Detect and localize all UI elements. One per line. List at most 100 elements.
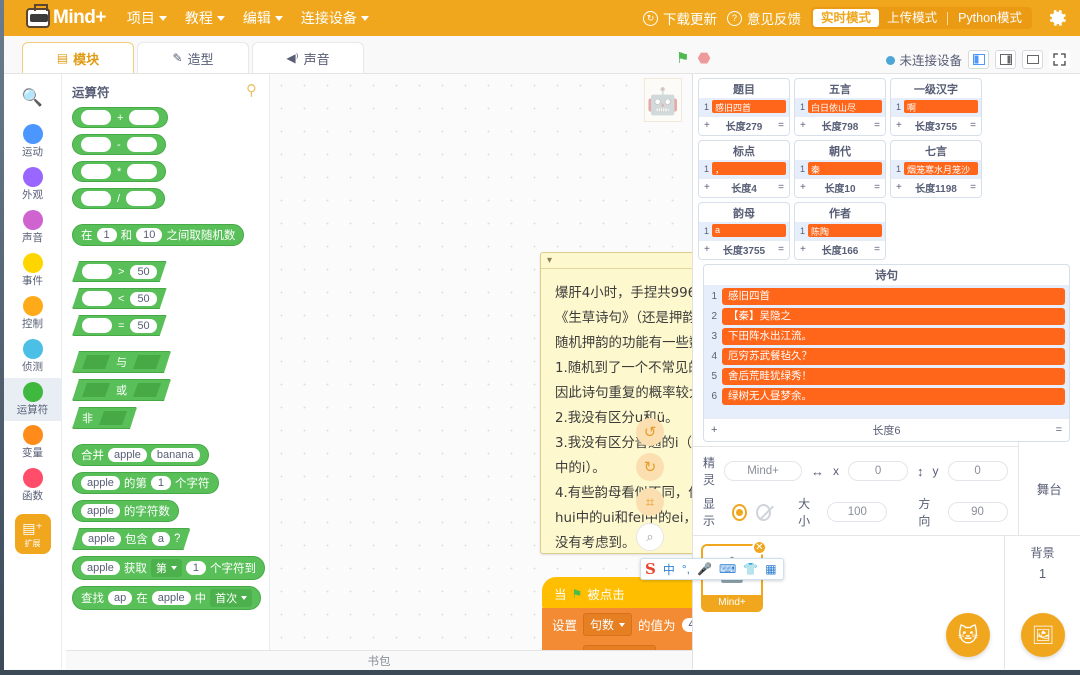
sprite-y-input[interactable]: 0	[947, 461, 1008, 481]
list-row-value[interactable]: 感旧四首	[712, 100, 786, 113]
block-boolean-slot[interactable]	[133, 355, 161, 369]
list-row-value[interactable]: 啊	[904, 100, 978, 113]
sidebar-item-variables[interactable]: 变量	[4, 421, 62, 464]
list-row-value[interactable]: 绿树无人昼梦余。	[722, 388, 1065, 405]
list-row[interactable]: 1 感旧四首	[708, 288, 1065, 305]
sprite-direction-input[interactable]: 90	[947, 502, 1008, 522]
block-input-slot[interactable]: apple	[81, 476, 120, 490]
list-add-button[interactable]: +	[896, 120, 902, 131]
list-row[interactable]: 1 a	[702, 224, 786, 237]
list-add-button[interactable]: +	[896, 182, 902, 193]
block-and[interactable]: 与	[72, 351, 171, 373]
list-add-button[interactable]: +	[704, 244, 710, 255]
block-input-slot[interactable]	[82, 291, 112, 306]
block-input-slot[interactable]: 1	[185, 561, 207, 575]
list-resize-handle[interactable]: =	[778, 244, 784, 255]
pin-icon[interactable]: ⚲	[246, 81, 257, 99]
block-input-slot[interactable]	[126, 137, 157, 152]
script-canvas[interactable]: 🤖 ▾ ✕ 爆肝4小时，手捏共9965条信息数据库 《生草诗句》（还是押韵的） …	[270, 74, 692, 669]
sprite-list[interactable]: ✕ 🤖 Mind+ 🐱	[693, 536, 1004, 669]
list-row-value[interactable]: 下田阵水出江流。	[722, 328, 1065, 345]
list-add-button[interactable]: +	[800, 182, 806, 193]
mode-realtime[interactable]: 实时模式	[813, 9, 880, 27]
mic-icon[interactable]: 🎤	[697, 562, 712, 576]
block-input-slot[interactable]: 1	[96, 228, 117, 242]
block-variable-dropdown[interactable]: 句数	[583, 613, 633, 636]
block-input-slot[interactable]: banana	[150, 448, 200, 462]
block-input-slot[interactable]	[81, 137, 111, 152]
block-contains[interactable]: apple 包含 a ?	[72, 528, 190, 550]
ime-toolbar[interactable]: S 中 °, 🎤 ⌨ 👕 ▦	[640, 558, 784, 580]
list-row[interactable]: 5 舍后荒畦犹绿秀！	[708, 368, 1065, 385]
list-monitor-七言[interactable]: 七言 1 烟笼寒水月笼沙 + 长度1198 =	[890, 140, 982, 198]
sidebar-item-looks[interactable]: 外观	[4, 163, 62, 206]
block-set-variable-sentence-count[interactable]: 设置 句数 的值为 4	[542, 608, 692, 641]
block-input-slot[interactable]	[82, 318, 112, 333]
block-input-slot[interactable]: a	[152, 532, 170, 546]
block-boolean-slot[interactable]	[133, 383, 161, 397]
block-input-slot[interactable]: apple	[151, 591, 191, 605]
list-resize-handle[interactable]: =	[970, 182, 976, 193]
sidebar-item-control[interactable]: 控制	[4, 292, 62, 335]
crop-icon[interactable]: ⌗	[636, 488, 664, 516]
mode-python[interactable]: Python模式	[950, 9, 1030, 27]
list-row[interactable]: 1 感旧四首	[702, 100, 786, 113]
punctuation-icon[interactable]: °,	[682, 562, 690, 576]
list-add-button[interactable]: +	[800, 244, 806, 255]
block-palette[interactable]: 运算符 ⚲ + - * / 在 1 和 10 之间取随机数 > 50 < 50 …	[62, 74, 270, 669]
block-equals[interactable]: = 50	[72, 315, 167, 336]
list-monitor-题目[interactable]: 题目 1 感旧四首 + 长度279 =	[698, 78, 790, 136]
block-boolean-slot[interactable]	[82, 383, 110, 397]
search-icon[interactable]: 🔍	[22, 88, 43, 108]
menu-item-connect-device[interactable]: 连接设备	[292, 4, 378, 32]
list-resize-handle[interactable]: =	[970, 120, 976, 131]
block-greater-than[interactable]: > 50	[72, 261, 167, 282]
list-row[interactable]: 1 秦	[798, 162, 882, 175]
menu-item-project[interactable]: 项目	[118, 4, 176, 32]
tab-blocks[interactable]: ▤ 模块	[22, 42, 134, 73]
feedback-button[interactable]: ? 意见反馈	[727, 8, 801, 28]
list-row[interactable]: 1 烟笼寒水月笼沙	[894, 162, 978, 175]
sprite-size-input[interactable]: 100	[827, 502, 888, 522]
block-input-slot[interactable]: ap	[108, 591, 133, 605]
gear-icon[interactable]	[1048, 8, 1068, 28]
list-row-value[interactable]: 烟笼寒水月笼沙	[904, 162, 978, 175]
block-when-flag-clicked[interactable]: 当 ⚑ 被点击	[542, 577, 692, 609]
workspace-comment[interactable]: ▾ ✕ 爆肝4小时，手捏共9965条信息数据库 《生草诗句》（还是押韵的） 随机…	[540, 252, 692, 554]
list-row[interactable]: 1 ，	[702, 162, 786, 175]
eye-off-icon[interactable]	[756, 503, 772, 521]
block-join[interactable]: 合并 apple banana	[72, 444, 209, 466]
sidebar-item-sound[interactable]: 声音	[4, 206, 62, 249]
block-add[interactable]: +	[72, 107, 169, 128]
block-letter-of[interactable]: apple 的第 1 个字符	[72, 472, 219, 494]
ime-mode-label[interactable]: 中	[663, 561, 675, 578]
block-input-slot[interactable]: apple	[108, 448, 147, 462]
eye-on-icon[interactable]	[732, 503, 748, 521]
list-monitor-韵母[interactable]: 韵母 1 a + 长度3755 =	[698, 202, 790, 260]
caret-down-icon[interactable]: ▾	[547, 255, 552, 266]
skin-icon[interactable]: 👕	[743, 562, 758, 576]
add-backdrop-icon[interactable]: 🖼	[1021, 613, 1065, 657]
block-input-slot[interactable]	[127, 164, 158, 179]
block-input-slot[interactable]	[81, 191, 111, 206]
block-divide[interactable]: /	[72, 188, 166, 209]
list-resize-handle[interactable]: =	[874, 244, 880, 255]
block-or[interactable]: 或	[72, 379, 171, 401]
sidebar-item-operators[interactable]: 运算符	[4, 378, 62, 421]
sogou-icon[interactable]: S	[645, 560, 656, 578]
delete-icon[interactable]: ✕	[752, 540, 767, 555]
comment-text[interactable]: 爆肝4小时，手捏共9965条信息数据库 《生草诗句》（还是押韵的） 随机押韵的功…	[541, 269, 692, 553]
list-resize-handle[interactable]: =	[874, 120, 880, 131]
block-random[interactable]: 在 1 和 10 之间取随机数	[72, 224, 245, 246]
list-row[interactable]: 1 啊	[894, 100, 978, 113]
list-row[interactable]: 6 绿树无人昼梦余。	[708, 388, 1065, 405]
sidebar-item-sensing[interactable]: 侦测	[4, 335, 62, 378]
block-input-slot[interactable]: apple	[81, 561, 120, 575]
block-input-slot[interactable]: apple	[81, 504, 120, 518]
block-boolean-slot[interactable]	[82, 355, 110, 369]
list-row[interactable]: 3 下田阵水出江流。	[708, 328, 1065, 345]
list-monitor-一级汉字[interactable]: 一级汉字 1 啊 + 长度3755 =	[890, 78, 982, 136]
block-input-slot[interactable]: 10	[136, 228, 163, 242]
block-value-input[interactable]: 4	[681, 617, 692, 632]
list-row-value[interactable]: 【秦】吴隐之	[722, 308, 1065, 325]
